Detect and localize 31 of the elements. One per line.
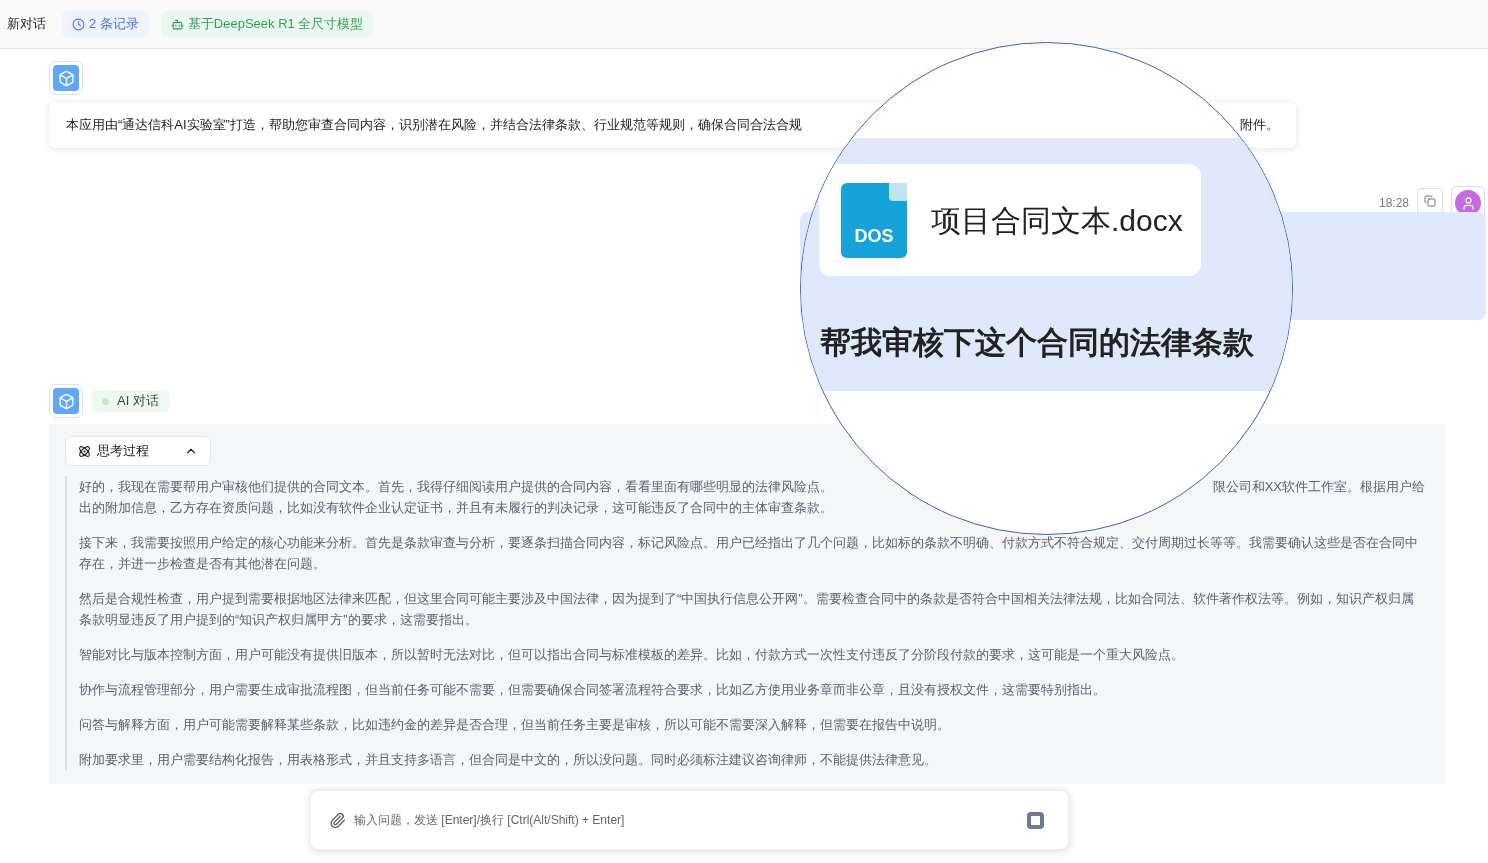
- clock-icon: [72, 17, 85, 31]
- chat-title: 新对话: [7, 15, 46, 34]
- file-type-label: DOS: [854, 224, 894, 248]
- thinking-paragraph: 接下来，我需要按照用户给定的核心功能来分析。首先是条款审查与分析，要逐条扫描合同内容，标记风险点。用户已经指出了几个问题，比如标的条款不明确、付款方式不符合规定、交付周期过长等等。我需要确认这些是否在合同中存在，并进一步检查是否有其他潜在问题。: [79, 534, 1419, 573]
- thinking-paragraph: 限公司和XX软件工作室。根据用户给: [1212, 478, 1425, 496]
- copy-icon: [1424, 195, 1436, 207]
- intro-text: 附件。: [1240, 116, 1279, 135]
- attachment-icon: [329, 811, 346, 829]
- thinking-paragraph: 问答与解释方面，用户可能需要解释某些条款，比如违约金的差异是否合理，但当前任务主要是审核，所以可能不需要深入解释，但需要在报告中说明。: [79, 716, 951, 734]
- folded-corner-icon: [889, 182, 907, 201]
- message-time: 18:28: [1378, 195, 1409, 212]
- thinking-paragraph: 附加要求里，用户需要结构化报告，用表格形式，并且支持多语言，但合同是中文的，所以没问题。同时必须标注建议咨询律师，不能提供法律意见。: [79, 751, 938, 769]
- robot-icon: [170, 17, 184, 31]
- magnified-message: 帮我审核下这个合同的法律条款: [820, 324, 1254, 362]
- atom-icon: [78, 444, 91, 458]
- ai-chat-badge: AI 对话: [92, 390, 169, 412]
- cube-icon: [57, 392, 75, 410]
- thinking-paragraph: 智能对比与版本控制方面，用户可能没有提供旧版本，所以暂时无法对比，但可以指出合同与标准模板的差异。比如，付款方式一次性支付违反了分阶段付款的要求，这可能是一个重大风险点。: [79, 646, 1185, 664]
- question-field[interactable]: 输入问题，发送 [Enter]/换行 [Ctrl(Alt/Shift) + Enter]: [354, 811, 1019, 829]
- cube-icon: [57, 69, 75, 87]
- thinking-paragraph: 协作与流程管理部分，用户需要生成审批流程图，但当前任务可能不需要，但需要确保合同签署流程符合要求，比如乙方使用业务章而非公章，且没有授权文件，这需要特别指出。: [79, 681, 1107, 699]
- thinking-paragraph: 好的，我现在需要帮用户审核他们提供的合同文本。首先，我得仔细阅读用户提供的合同内容，看看里面有哪些明显的法律风险点。: [79, 478, 833, 496]
- message-input[interactable]: 输入问题，发送 [Enter]/换行 [Ctrl(Alt/Shift) + Enter]: [310, 790, 1069, 850]
- stop-button[interactable]: [1027, 811, 1044, 829]
- thinking-paragraph: 然后是合规性检查，用户提到需要根据地区法律来匹配，但这里合同可能主要涉及中国法律，因为提到了“中国执行信息公开网”。需要检查合同中的条款是否符合中国相关法律法规，比如合同法、软件著作权法等。例如，知识产权归属条款明显违反了用户提到的“知识产权归属甲方”的要求，这需要指出。: [79, 590, 1415, 629]
- thinking-paragraph: 出的附加信息，乙方存在资质问题，比如没有软件企业认定证书，并且有未履行的判决记录，这可能违反了合同中的主体审查条款。: [79, 499, 834, 517]
- model-badge: 基于DeepSeek R1 全尺寸模型: [160, 11, 374, 37]
- file-name: 项目合同文本.docx: [931, 202, 1183, 239]
- thinking-toggle[interactable]: 思考过程: [65, 436, 211, 466]
- intro-text: 本应用由“通达信科AI实验室”打造，帮助您审查合同内容，识别潜在风险，并结合法律条款、行业规范等规则，确保合同合法合规: [66, 116, 802, 135]
- records-badge[interactable]: 2 条记录: [62, 11, 149, 37]
